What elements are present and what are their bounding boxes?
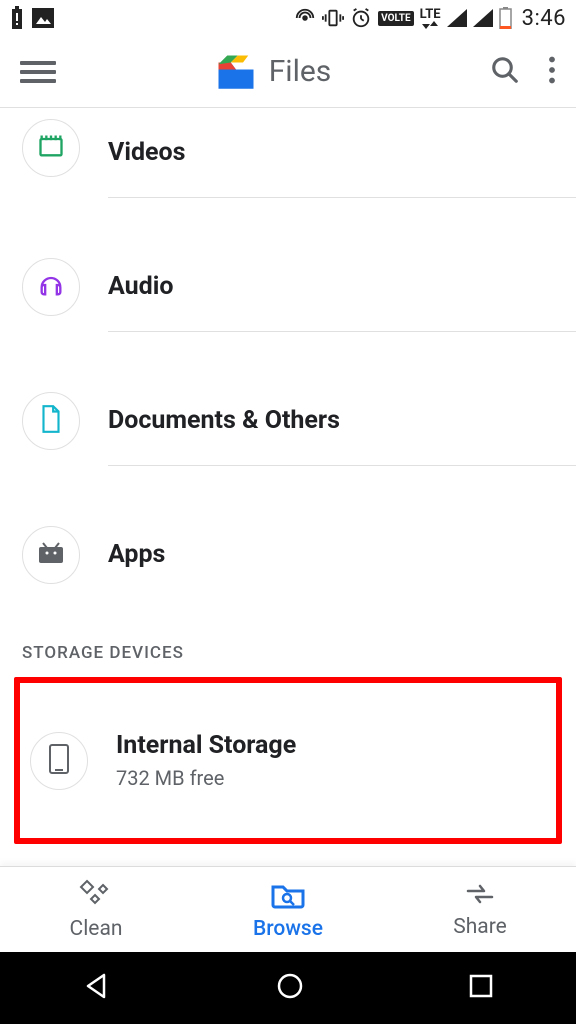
document-icon: [38, 404, 64, 438]
browse-icon: [270, 879, 306, 913]
alarm-icon: [350, 7, 372, 29]
nav-browse[interactable]: Browse: [192, 867, 384, 952]
signal-1-icon: [447, 9, 467, 27]
category-videos[interactable]: Videos: [0, 108, 576, 220]
app-title: Files: [269, 54, 332, 89]
category-documents[interactable]: Documents & Others: [0, 354, 576, 488]
storage-section-header: STORAGE DEVICES: [0, 621, 576, 671]
storage-sdcard[interactable]: DA4B-08A6 3.9 GB free: [0, 844, 576, 866]
videos-icon: [37, 132, 65, 164]
vibrate-icon: [322, 7, 344, 29]
home-button[interactable]: [275, 971, 305, 1005]
app-bar: Files: [0, 36, 576, 108]
content-list: Videos Audio Documents & Others Apps STO…: [0, 108, 576, 866]
audio-icon: [37, 271, 65, 303]
internal-storage-highlight: Internal Storage 732 MB free: [14, 677, 562, 844]
apps-icon: [37, 541, 65, 569]
files-logo-icon: [215, 52, 255, 92]
recents-button[interactable]: [468, 973, 494, 1003]
battery-alert-icon: [10, 6, 24, 30]
bottom-nav: Clean Browse Share: [0, 866, 576, 952]
phone-icon: [48, 743, 70, 779]
category-label: Apps: [108, 540, 576, 569]
more-button[interactable]: [548, 56, 556, 88]
category-audio[interactable]: Audio: [0, 220, 576, 354]
storage-sub: 732 MB free: [116, 766, 556, 790]
back-button[interactable]: [82, 971, 112, 1005]
category-apps[interactable]: Apps: [0, 488, 576, 621]
category-label: Documents & Others: [108, 406, 576, 435]
storage-label: Internal Storage: [116, 731, 556, 760]
nav-share[interactable]: Share: [384, 867, 576, 952]
nav-label: Clean: [70, 917, 123, 941]
menu-button[interactable]: [20, 61, 56, 83]
android-nav-bar: [0, 952, 576, 1024]
nav-label: Browse: [253, 917, 323, 941]
volte-badge: VOLTE: [378, 11, 414, 26]
share-icon: [464, 881, 496, 911]
signal-2-icon: [473, 9, 493, 27]
nav-label: Share: [453, 915, 507, 939]
category-label: Audio: [108, 272, 576, 301]
category-label: Videos: [108, 138, 576, 167]
clock: 3:46: [522, 6, 566, 31]
nav-clean[interactable]: Clean: [0, 867, 192, 952]
status-bar: VOLTE LTE 3:46: [0, 0, 576, 36]
battery-icon: [499, 7, 512, 29]
lte-indicator: LTE: [420, 8, 441, 29]
hotspot-icon: [294, 7, 316, 29]
image-icon: [32, 8, 54, 28]
search-button[interactable]: [490, 55, 520, 89]
clean-icon: [79, 879, 113, 913]
storage-internal[interactable]: Internal Storage 732 MB free: [20, 683, 556, 838]
